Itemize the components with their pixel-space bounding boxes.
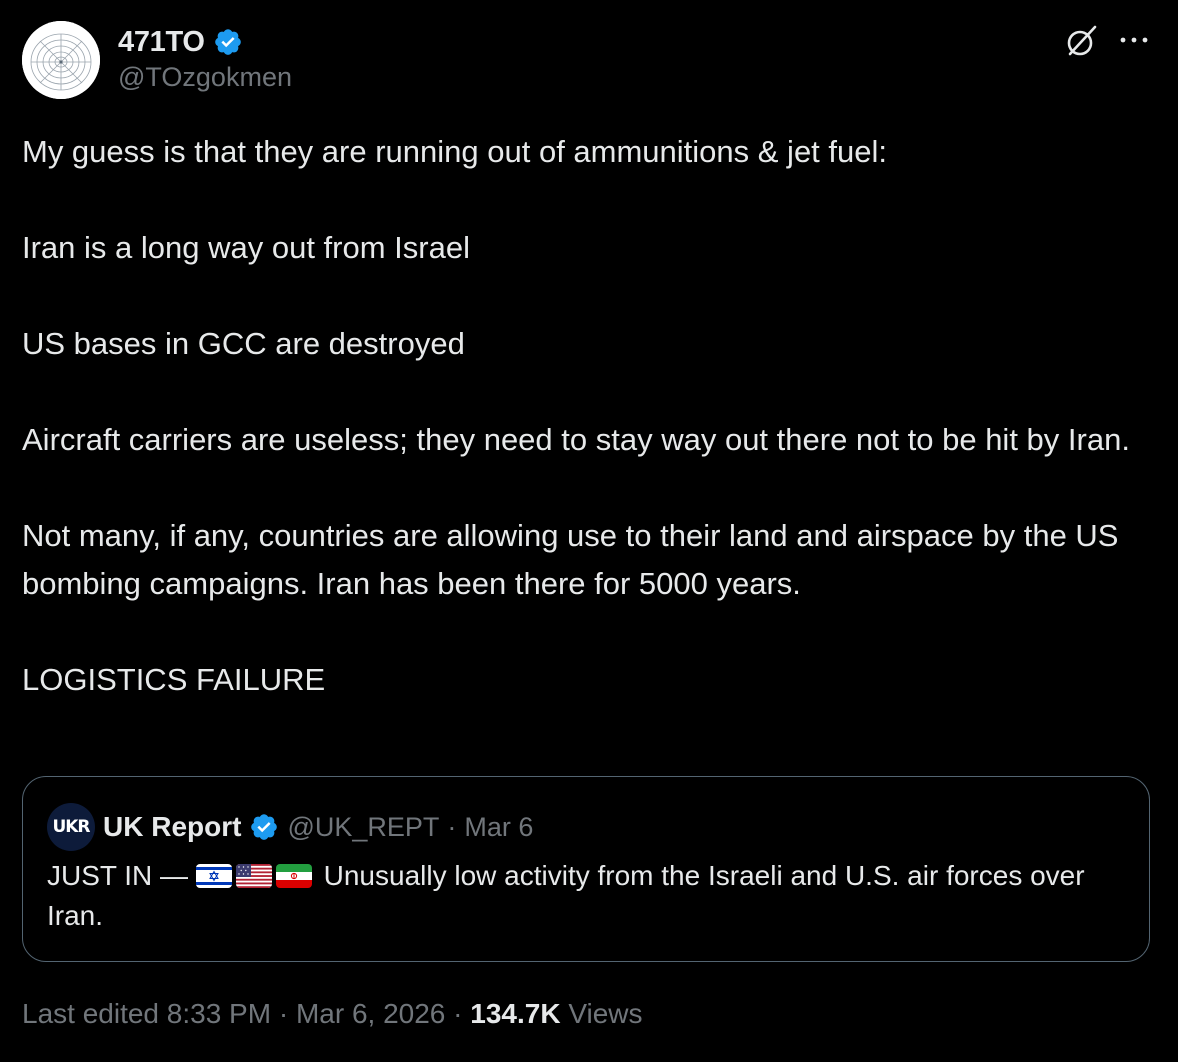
author-name-row: 471TO (118, 24, 243, 60)
tweet-paragraph: Iran is a long way out from Israel (22, 230, 470, 265)
meta-separator: · (445, 998, 471, 1029)
quoted-text-prefix: JUST IN — (47, 860, 189, 891)
tweet-paragraph: LOGISTICS FAILURE (22, 662, 326, 697)
quoted-avatar-label: UKR (52, 817, 90, 837)
views-label: Views (568, 998, 643, 1029)
us-flag-icon (235, 864, 272, 888)
quoted-date: Mar 6 (464, 811, 534, 842)
iran-flag-icon (275, 864, 312, 888)
author-handle[interactable]: @TOzgokmen (118, 62, 292, 93)
verified-badge-icon (213, 27, 243, 57)
edited-timestamp[interactable]: Last edited 8:33 PM (22, 998, 271, 1029)
tweet-date[interactable]: Mar 6, 2026 (296, 998, 445, 1029)
grok-icon[interactable] (1062, 22, 1100, 60)
quoted-author-handle: @UK_REPT (287, 811, 440, 842)
more-options-icon[interactable] (1114, 28, 1154, 52)
tweet-paragraph: US bases in GCC are destroyed (22, 326, 465, 361)
israel-flag-icon (195, 864, 232, 888)
quoted-author-avatar: UKR (47, 803, 95, 851)
tweet-paragraph: Not many, if any, countries are allowing… (22, 518, 1119, 601)
quoted-tweet-header: UKR UK Report @UK_REPT · Mar 6 (47, 803, 533, 851)
tweet-paragraph: My guess is that they are running out of… (22, 134, 888, 169)
author-avatar[interactable] (22, 21, 100, 99)
quoted-author-name: UK Report (103, 811, 242, 842)
tweet-detail: 471TO @TOzgokmen My guess is that they a… (0, 0, 1178, 1062)
meta-separator: · (271, 998, 296, 1029)
tweet-meta: Last edited 8:33 PM · Mar 6, 2026 · 134.… (22, 998, 643, 1030)
views-count: 134.7K (470, 998, 561, 1029)
quoted-tweet-card[interactable]: UKR UK Report @UK_REPT · Mar 6 JUST IN — (22, 776, 1150, 962)
quoted-tweet-text: JUST IN — Unusually low activity from th… (47, 856, 1127, 936)
verified-badge-icon (249, 812, 279, 842)
tweet-paragraph: Aircraft carriers are useless; they need… (22, 422, 1130, 457)
quoted-separator: · (447, 811, 457, 842)
author-display-name[interactable]: 471TO (118, 26, 205, 59)
tweet-text: My guess is that they are running out of… (22, 128, 1162, 704)
